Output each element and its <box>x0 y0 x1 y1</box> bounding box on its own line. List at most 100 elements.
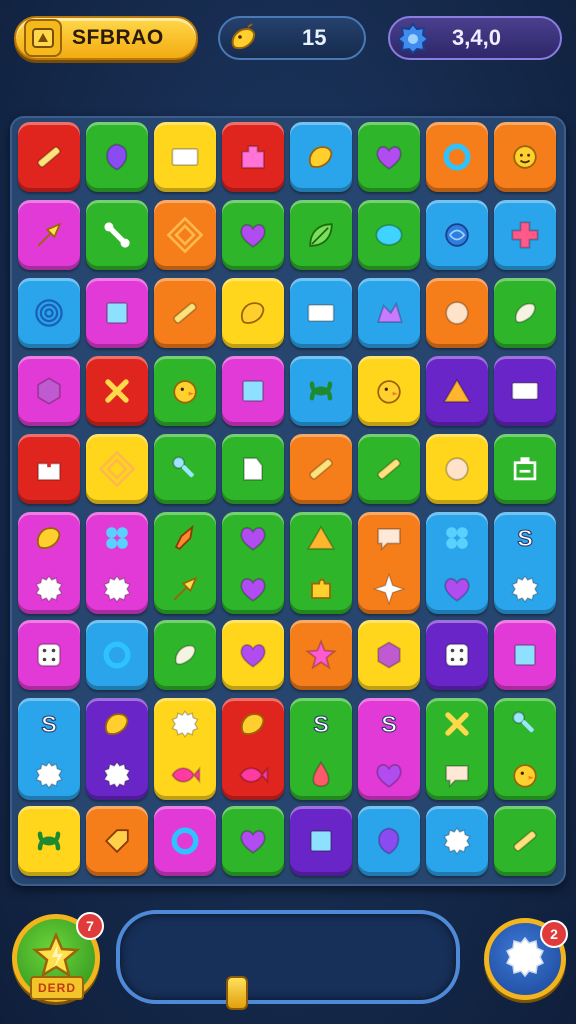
cross-icon <box>507 217 543 253</box>
game-tile[interactable] <box>86 620 148 690</box>
game-tile[interactable] <box>222 356 284 426</box>
game-tile[interactable] <box>290 356 352 426</box>
spiral-icon <box>31 295 67 331</box>
game-tile[interactable] <box>86 356 148 426</box>
game-tile[interactable]: S <box>290 698 352 800</box>
game-tile[interactable] <box>494 278 556 348</box>
game-tile[interactable] <box>154 512 216 614</box>
letter-s-icon: S <box>303 706 339 742</box>
game-tile[interactable] <box>290 122 352 192</box>
game-tile[interactable] <box>18 200 80 270</box>
game-tile[interactable] <box>494 698 556 800</box>
dice-icon <box>439 637 475 673</box>
game-tile[interactable] <box>358 122 420 192</box>
game-tile[interactable] <box>222 200 284 270</box>
coins-value: 3,4,0 <box>452 25 501 50</box>
game-tile[interactable] <box>494 434 556 504</box>
progress-track <box>116 910 460 1004</box>
hat-icon <box>371 295 407 331</box>
game-tile[interactable] <box>358 512 420 614</box>
game-tile[interactable] <box>18 356 80 426</box>
square-icon <box>303 823 339 859</box>
game-tile[interactable] <box>494 806 556 876</box>
knot-icon <box>31 823 67 859</box>
game-tile[interactable] <box>358 620 420 690</box>
lemon-icon <box>303 139 339 175</box>
game-tile[interactable] <box>290 434 352 504</box>
chick-icon <box>371 373 407 409</box>
game-tile[interactable] <box>18 512 80 614</box>
stick-icon <box>167 295 203 331</box>
game-tile[interactable] <box>86 278 148 348</box>
left-booster-label: DERD <box>30 976 84 1000</box>
game-tile[interactable] <box>426 806 488 876</box>
game-tile[interactable] <box>86 806 148 876</box>
game-tile[interactable] <box>290 278 352 348</box>
game-tile[interactable] <box>18 806 80 876</box>
game-tile[interactable] <box>358 806 420 876</box>
game-tile[interactable] <box>290 200 352 270</box>
game-tile[interactable] <box>18 434 80 504</box>
game-tile[interactable] <box>154 278 216 348</box>
game-tile[interactable] <box>494 200 556 270</box>
game-tile[interactable] <box>426 434 488 504</box>
game-tile[interactable] <box>290 806 352 876</box>
game-tile[interactable] <box>86 512 148 614</box>
game-tile[interactable] <box>154 200 216 270</box>
game-tile[interactable] <box>426 620 488 690</box>
game-tile[interactable] <box>222 698 284 800</box>
game-tile[interactable] <box>222 512 284 614</box>
game-tile[interactable] <box>154 434 216 504</box>
oval-icon <box>371 217 407 253</box>
game-tile[interactable] <box>86 200 148 270</box>
stick-icon <box>303 451 339 487</box>
game-tile[interactable] <box>86 698 148 800</box>
rectangle-icon <box>167 139 203 175</box>
game-tile[interactable]: S <box>358 698 420 800</box>
bean-icon <box>507 295 543 331</box>
game-tile[interactable] <box>426 122 488 192</box>
game-tile[interactable]: S <box>494 512 556 614</box>
game-tile[interactable] <box>18 122 80 192</box>
game-tile[interactable] <box>426 278 488 348</box>
game-tile[interactable] <box>494 122 556 192</box>
game-tile[interactable] <box>494 356 556 426</box>
game-tile[interactable]: S <box>18 698 80 800</box>
game-tile[interactable] <box>358 356 420 426</box>
gear-icon <box>99 757 135 793</box>
game-tile[interactable] <box>358 278 420 348</box>
game-tile[interactable] <box>18 278 80 348</box>
game-tile[interactable] <box>154 698 216 800</box>
game-tile[interactable] <box>290 512 352 614</box>
game-tile[interactable] <box>358 434 420 504</box>
game-tile[interactable] <box>222 620 284 690</box>
game-tile[interactable] <box>154 356 216 426</box>
game-tile[interactable] <box>86 122 148 192</box>
game-tile[interactable] <box>426 698 488 800</box>
game-board: S S S S <box>10 116 566 886</box>
ring-icon <box>167 823 203 859</box>
clover-icon <box>439 520 475 556</box>
game-tile[interactable] <box>222 278 284 348</box>
game-tile[interactable] <box>154 620 216 690</box>
game-tile[interactable] <box>154 806 216 876</box>
game-tile[interactable] <box>86 434 148 504</box>
cross-x-icon <box>439 706 475 742</box>
game-tile[interactable] <box>154 122 216 192</box>
svg-text:S: S <box>381 711 397 737</box>
game-tile[interactable] <box>290 620 352 690</box>
game-tile[interactable] <box>494 620 556 690</box>
game-tile[interactable] <box>358 200 420 270</box>
game-tile[interactable] <box>426 200 488 270</box>
box-icon <box>507 451 543 487</box>
game-tile[interactable] <box>222 122 284 192</box>
fish-icon <box>167 757 203 793</box>
game-tile[interactable] <box>222 806 284 876</box>
progress-knob[interactable] <box>226 976 248 1010</box>
gear-icon <box>439 823 475 859</box>
game-tile[interactable] <box>426 356 488 426</box>
game-tile[interactable] <box>426 512 488 614</box>
game-tile[interactable] <box>18 620 80 690</box>
game-tile[interactable] <box>222 434 284 504</box>
right-booster-badge: 2 <box>540 920 568 948</box>
